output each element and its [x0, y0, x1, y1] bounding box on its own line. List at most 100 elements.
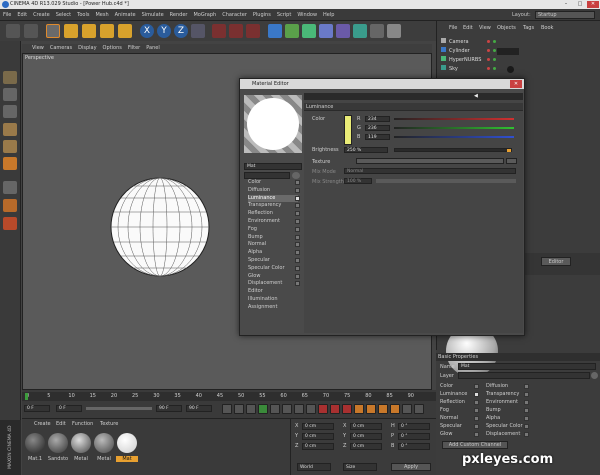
go-start-icon[interactable]: [222, 404, 232, 414]
b-field[interactable]: 119: [365, 134, 390, 140]
timeline-icon[interactable]: [414, 404, 424, 414]
render-view-icon[interactable]: [212, 24, 226, 38]
texture-browse-button[interactable]: [506, 158, 517, 164]
rotate-icon[interactable]: [100, 24, 114, 38]
viewport-menu-view[interactable]: View: [22, 44, 47, 53]
axis-y-button[interactable]: Y: [157, 24, 171, 38]
material-name-field[interactable]: Mat: [244, 163, 302, 170]
scale-icon[interactable]: [82, 24, 96, 38]
om-menu-objects[interactable]: Objects: [497, 25, 516, 31]
om-menu-book[interactable]: Book: [541, 25, 553, 31]
brightness-field[interactable]: 250 %: [344, 147, 388, 153]
texture-field[interactable]: [356, 158, 504, 164]
redo-icon[interactable]: [24, 24, 38, 38]
cube-icon[interactable]: [268, 24, 282, 38]
r-slider[interactable]: [394, 118, 514, 120]
channel-fog[interactable]: Fog: [248, 226, 300, 234]
name-field[interactable]: Mat: [458, 363, 596, 370]
menu-window[interactable]: Window: [294, 9, 320, 21]
mm-menu-edit[interactable]: Edit: [56, 421, 66, 427]
b-slider[interactable]: [394, 136, 514, 138]
enable-axis-icon[interactable]: [3, 181, 17, 194]
environment-icon[interactable]: [353, 24, 367, 38]
mm-menu-create[interactable]: Create: [34, 421, 51, 427]
channel-assignment[interactable]: Assignment: [248, 304, 298, 312]
attr-channel-checkbox[interactable]: [474, 392, 479, 397]
channel-illumination[interactable]: Illumination: [248, 296, 298, 304]
material-tags[interactable]: [497, 48, 519, 55]
render-picture-viewer-icon[interactable]: [229, 24, 243, 38]
next-frame-icon[interactable]: [270, 404, 280, 414]
coordinate-system-icon[interactable]: [191, 24, 205, 38]
menu-animate[interactable]: Animate: [112, 9, 139, 21]
playhead[interactable]: [25, 393, 28, 400]
viewport-menu-display[interactable]: Display: [75, 44, 99, 53]
channel-luminance[interactable]: Luminance: [248, 194, 300, 203]
pen-icon[interactable]: [285, 24, 299, 38]
channel-checkbox[interactable]: [295, 234, 300, 240]
attr-channel-checkbox[interactable]: [524, 400, 529, 405]
material-item[interactable]: Metal: [93, 431, 115, 473]
prev-key-icon[interactable]: [234, 404, 244, 414]
attr-channel-checkbox[interactable]: [474, 408, 479, 413]
material-item[interactable]: Metal: [70, 431, 92, 473]
attr-channel-checkbox[interactable]: [524, 416, 529, 421]
channel-alpha[interactable]: Alpha: [248, 249, 300, 257]
om-menu-edit[interactable]: Edit: [463, 25, 473, 31]
menu-mesh[interactable]: Mesh: [92, 9, 111, 21]
menu-character[interactable]: Character: [219, 9, 250, 21]
channel-checkbox[interactable]: [295, 211, 300, 217]
eye-icon[interactable]: [292, 172, 300, 179]
om-menu-view[interactable]: View: [479, 25, 491, 31]
om-menu-tags[interactable]: Tags: [523, 25, 534, 31]
mm-menu-function[interactable]: Function: [72, 421, 93, 427]
editor-tab[interactable]: Editor: [541, 257, 571, 266]
coord-field[interactable]: 0 cm: [350, 443, 382, 450]
channel-glow[interactable]: Glow: [248, 273, 300, 281]
coord-field[interactable]: 0 °: [398, 423, 430, 430]
attr-channel-diffusion[interactable]: Diffusion: [486, 383, 546, 391]
attr-channel-specular-color[interactable]: Specular Color: [486, 423, 546, 431]
attr-channel-checkbox[interactable]: [474, 432, 479, 437]
size-mode-select[interactable]: Size: [343, 463, 377, 471]
render-settings-icon[interactable]: [246, 24, 260, 38]
make-editable-icon[interactable]: [3, 71, 17, 84]
menu-render[interactable]: Render: [167, 9, 191, 21]
apply-button[interactable]: Apply: [391, 463, 431, 471]
subdivision-icon[interactable]: [302, 24, 316, 38]
go-end-icon[interactable]: [294, 404, 304, 414]
viewport-menu-filter[interactable]: Filter: [125, 44, 143, 53]
mix-mode-select[interactable]: Normal: [344, 168, 516, 174]
dialog-close-button[interactable]: ✕: [510, 80, 522, 88]
param-key-icon[interactable]: [390, 404, 400, 414]
layer-field[interactable]: [458, 372, 590, 379]
menu-create[interactable]: Create: [30, 9, 53, 21]
material-name-search[interactable]: [244, 172, 290, 179]
play-icon[interactable]: [258, 404, 268, 414]
polygons-mode-icon[interactable]: [3, 157, 17, 170]
live-select-icon[interactable]: [46, 24, 60, 38]
point-key-icon[interactable]: [402, 404, 412, 414]
mix-strength-slider[interactable]: [376, 179, 516, 183]
menu-edit[interactable]: Edit: [14, 9, 30, 21]
coordinate-mode-select[interactable]: World: [297, 463, 331, 471]
coord-field[interactable]: 0 cm: [350, 433, 382, 440]
channel-checkbox[interactable]: [295, 219, 300, 224]
menu-select[interactable]: Select: [53, 9, 74, 21]
channel-checkbox[interactable]: [295, 265, 300, 271]
channel-checkbox[interactable]: [295, 195, 300, 201]
material-preview[interactable]: [244, 95, 302, 153]
keyframe-selection-icon[interactable]: [342, 404, 352, 414]
checkerboard-icon[interactable]: [3, 105, 17, 118]
autokey-icon[interactable]: [330, 404, 340, 414]
range-slider[interactable]: [86, 407, 152, 410]
coord-field[interactable]: 0 cm: [302, 423, 334, 430]
attr-channel-alpha[interactable]: Alpha: [486, 415, 546, 423]
channel-color[interactable]: Color: [248, 179, 300, 187]
attr-channel-checkbox[interactable]: [524, 408, 529, 413]
timeline-ruler[interactable]: 051015202530354045505560657075808590: [22, 392, 436, 401]
light-icon[interactable]: [387, 24, 401, 38]
g-field[interactable]: 236: [365, 125, 390, 131]
tweak-icon[interactable]: [3, 199, 17, 212]
channel-specular-color[interactable]: Specular Color: [248, 265, 300, 273]
